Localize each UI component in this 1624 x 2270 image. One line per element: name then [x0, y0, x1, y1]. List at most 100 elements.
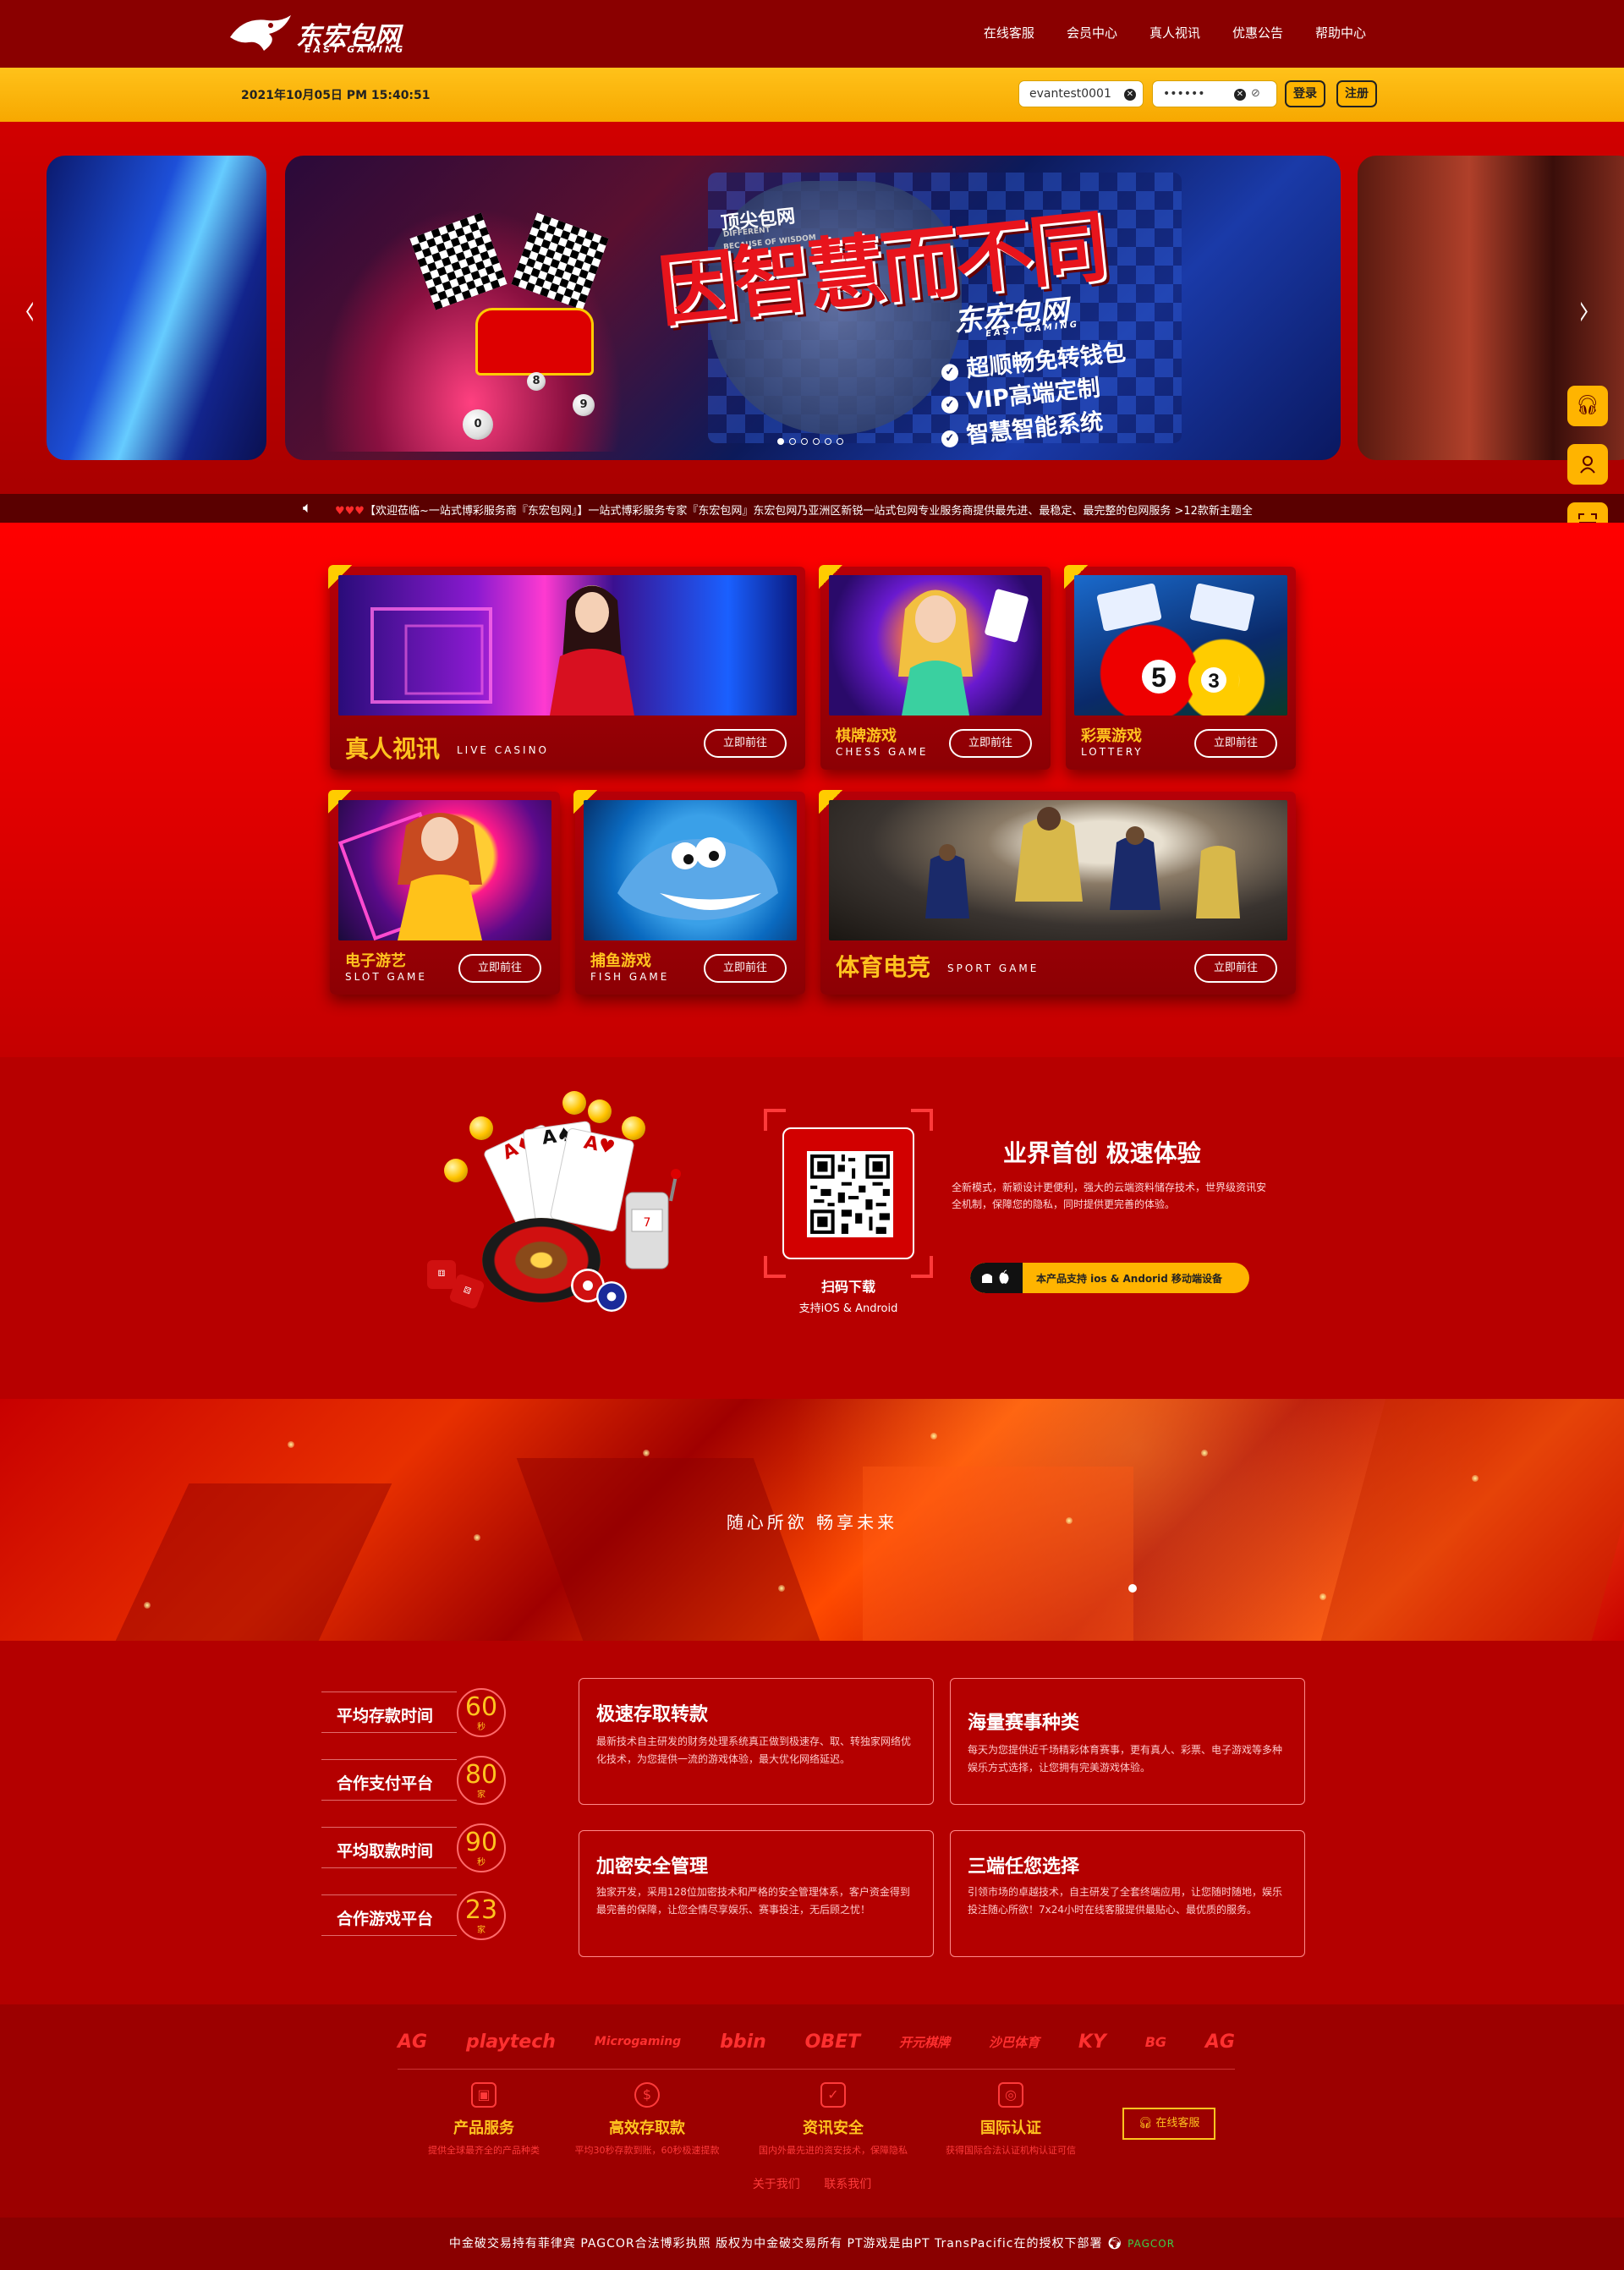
- online-service-button[interactable]: 🎧︎ 在线客服: [1122, 2108, 1215, 2140]
- nav-member-center[interactable]: 会员中心: [1067, 24, 1117, 41]
- carousel-dot[interactable]: [789, 438, 796, 445]
- svg-text:7: 7: [644, 1216, 651, 1230]
- game-card-sport[interactable]: 体育电竞 SPORT GAME 立即前往: [819, 790, 1296, 995]
- partner-logo: playtech: [465, 2031, 556, 2053]
- login-button[interactable]: 登录: [1285, 80, 1325, 107]
- game-subtitle: SLOT GAME: [345, 971, 427, 983]
- stat-label: 平均存款时间: [337, 1707, 434, 1725]
- partner-logo: 沙巴体育: [988, 2034, 1040, 2050]
- go-button[interactable]: 立即前往: [704, 729, 787, 758]
- dollar-icon: $: [634, 2082, 660, 2108]
- feature-box: 加密安全管理 独家开发，采用128位加密技术和严格的安全管理体系，客户资金得到最…: [579, 1830, 934, 1957]
- stat-value: 80: [464, 1760, 498, 1790]
- partner-logo: OBET: [804, 2031, 861, 2053]
- carousel-dot[interactable]: [813, 438, 820, 445]
- game-card-live[interactable]: 真人视讯 LIVE CASINO 立即前往: [328, 565, 805, 770]
- footer-feature-title: 资讯安全: [803, 2119, 864, 2137]
- go-button[interactable]: 立即前往: [458, 954, 541, 983]
- partner-logo: AG: [1204, 2031, 1235, 2053]
- feature-box: 三端任您选择 引领市场的卓越技术，自主研发了全套终端应用，让您随时随地，娱乐投注…: [950, 1830, 1305, 1957]
- divider: [321, 1800, 457, 1801]
- stat-circle: 60 秒: [457, 1688, 506, 1737]
- footer-feature-title: 高效存取款: [609, 2119, 685, 2137]
- app-description: 全新模式，新颖设计更便利，强大的云端资料储存技术，世界级资讯安全机制，保障您的隐…: [952, 1182, 1267, 1210]
- pool-ball-icon: 0: [463, 409, 493, 440]
- banner-carousel: 0 9 8 顶尖包网 DIFFERENT BECAUSE OF WISDOM 因…: [0, 122, 1624, 494]
- frame-corner: [764, 1109, 786, 1131]
- user-icon[interactable]: [1567, 444, 1608, 485]
- game-card-chess[interactable]: 棋牌游戏 CHESS GAME 立即前往: [819, 565, 1051, 770]
- password-input[interactable]: •••••• ✕ ⊘: [1152, 80, 1277, 107]
- divider: [321, 1867, 457, 1868]
- stat-item: 合作游戏平台 23 家: [321, 1889, 508, 1940]
- go-button[interactable]: 立即前往: [1194, 729, 1277, 758]
- nav-live-casino[interactable]: 真人视讯: [1149, 24, 1200, 41]
- sparkle: [144, 1602, 151, 1609]
- eagle-logo-icon: [230, 15, 291, 51]
- go-button[interactable]: 立即前往: [1194, 954, 1277, 983]
- bg-shape: [863, 1467, 1133, 1641]
- register-button[interactable]: 注册: [1336, 80, 1377, 107]
- partner-logo: AG: [398, 2031, 428, 2053]
- divider: [321, 1935, 457, 1936]
- feature-desc: 引领市场的卓越技术，自主研发了全套终端应用，让您随时随地，娱乐投注随心所欲！7x…: [968, 1886, 1283, 1916]
- clear-icon[interactable]: ✕: [1234, 89, 1246, 101]
- about-us-link[interactable]: 关于我们: [753, 2178, 800, 2191]
- username-input[interactable]: evantest0001 ✕: [1018, 80, 1144, 107]
- game-title: 体育电竞: [836, 953, 931, 981]
- game-title: 捕鱼游戏: [590, 952, 651, 970]
- logo-subtitle: EAST GAMING: [304, 44, 406, 55]
- nav-promotions[interactable]: 优惠公告: [1232, 24, 1283, 41]
- footer-feature-desc: 获得国际合法认证机构认证可信: [946, 2145, 1076, 2156]
- game-card-slot[interactable]: 电子游艺 SLOT GAME 立即前往: [328, 790, 560, 995]
- go-button[interactable]: 立即前往: [949, 729, 1032, 758]
- sparkle: [930, 1433, 937, 1439]
- frame-corner: [911, 1109, 933, 1131]
- nav-online-service[interactable]: 在线客服: [984, 24, 1034, 41]
- chevron-right-icon[interactable]: ›: [1578, 282, 1589, 337]
- sparkle: [1201, 1450, 1208, 1456]
- qr-code-box[interactable]: [782, 1127, 914, 1259]
- stat-label: 合作游戏平台: [337, 1910, 434, 1928]
- stat-label: 平均取款时间: [337, 1842, 434, 1861]
- carousel-dot[interactable]: [777, 438, 784, 445]
- android-apple-icon: [970, 1263, 1023, 1293]
- shark-figure: [617, 837, 778, 920]
- platform-support-pill: 本产品支持 ios & Andorid 移动端设备: [970, 1263, 1249, 1293]
- sparkle: [474, 1534, 480, 1541]
- headset-icon[interactable]: 🎧︎: [1567, 386, 1608, 426]
- notice-text-container: ♥♥♥【欢迎莅临~一站式博彩服务商『东宏包网』】一站式博彩服务专家『东宏包网』东…: [335, 502, 1320, 518]
- carousel-dot[interactable]: [837, 438, 843, 445]
- carousel-dot[interactable]: [1128, 1584, 1137, 1593]
- carousel-dot[interactable]: [801, 438, 808, 445]
- eye-hidden-icon[interactable]: ⊘: [1251, 87, 1260, 100]
- online-service-label: 在线客服: [1155, 2117, 1200, 2130]
- game-subtitle: LOTTERY: [1081, 746, 1144, 758]
- contact-us-link[interactable]: 联系我们: [824, 2178, 871, 2191]
- copyright-text: 中金破交易持有菲律宾 PAGCOR合法博彩执照 版权为中金破交易所有 PT游戏是…: [448, 2237, 1103, 2251]
- partner-logo: KY: [1078, 2031, 1106, 2053]
- chevron-left-icon[interactable]: ‹: [24, 282, 35, 337]
- logo[interactable]: 东宏包网 EAST GAMING: [227, 12, 413, 56]
- fish-game-image: [584, 800, 797, 940]
- slogan-banner: 随心所欲 畅享未来: [0, 1399, 1624, 1641]
- go-button[interactable]: 立即前往: [704, 954, 787, 983]
- footer: AG playtech Microgaming bbin OBET 开元棋牌 沙…: [0, 2004, 1624, 2218]
- stat-item: 合作支付平台 80 家: [321, 1754, 508, 1805]
- carousel-dot[interactable]: [825, 438, 831, 445]
- footer-feature: ◎ 国际认证 获得国际合法认证机构认证可信: [926, 2082, 1095, 2157]
- active-slide[interactable]: 0 9 8 顶尖包网 DIFFERENT BECAUSE OF WISDOM 因…: [285, 156, 1341, 460]
- clear-icon[interactable]: ✕: [1124, 89, 1136, 101]
- game-card-lottery[interactable]: 5 3 彩票游戏 LOTTERY 立即前往: [1064, 565, 1296, 770]
- prev-slide-preview[interactable]: [47, 156, 266, 460]
- feature-box: 海量赛事种类 每天为您提供近千场精彩体育赛事，更有真人、彩票、电子游戏等多种娱乐…: [950, 1678, 1305, 1805]
- poker-chip-icon: [596, 1281, 627, 1312]
- svg-text:5: 5: [1151, 662, 1166, 693]
- feature-desc: 每天为您提供近千场精彩体育赛事，更有真人、彩票、电子游戏等多种娱乐方式选择，让您…: [968, 1744, 1283, 1774]
- nav-help-center[interactable]: 帮助中心: [1315, 24, 1366, 41]
- divider: [398, 2069, 1235, 2070]
- stat-unit: 秒: [477, 1723, 486, 1732]
- game-title: 真人视讯: [345, 735, 441, 763]
- game-card-fish[interactable]: 捕鱼游戏 FISH GAME 立即前往: [573, 790, 805, 995]
- dice-icon: ⚅: [427, 1260, 456, 1289]
